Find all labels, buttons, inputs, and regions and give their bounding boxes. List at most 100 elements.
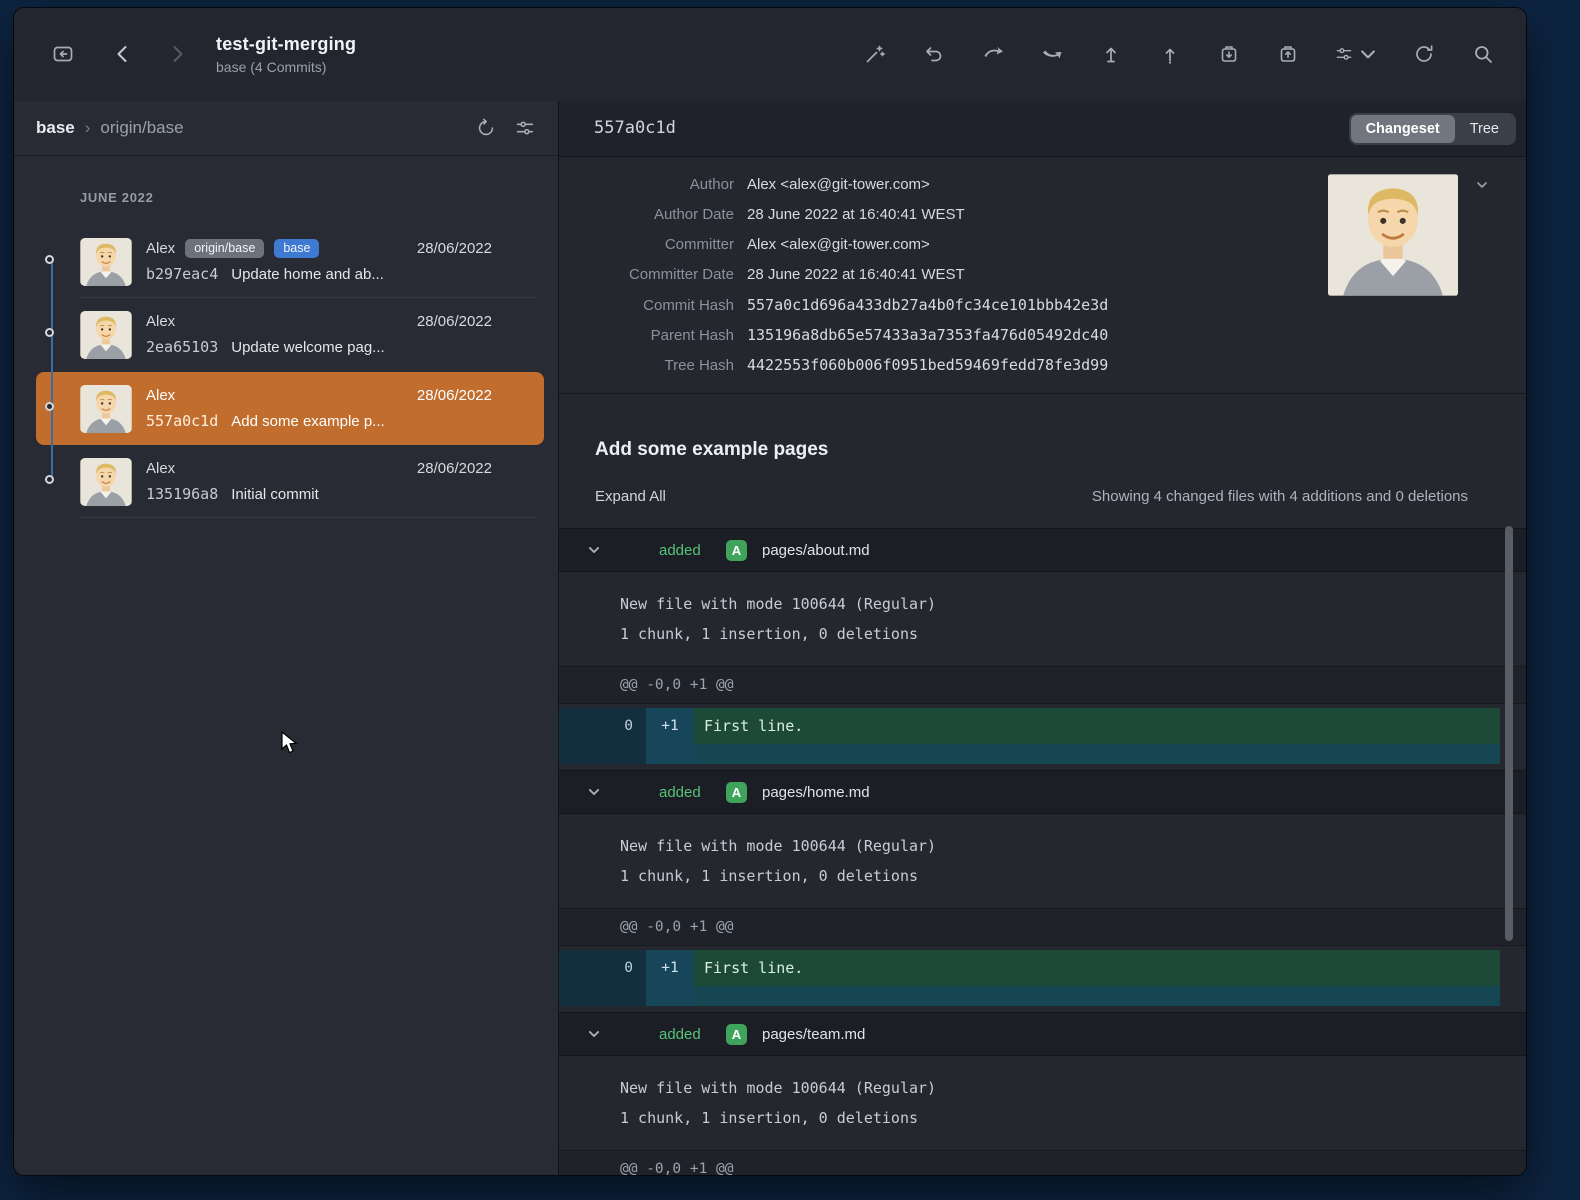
pull-button[interactable] — [980, 41, 1006, 67]
changes-summary: Showing 4 changed files with 4 additions… — [1092, 488, 1468, 505]
publish-button[interactable] — [1157, 41, 1183, 67]
back-button[interactable] — [110, 41, 136, 67]
author-avatar — [1328, 174, 1458, 296]
meta-label: Parent Hash — [559, 321, 734, 351]
meta-value: Alex <alex@git-tower.com> — [747, 236, 930, 253]
avatar — [80, 458, 132, 506]
meta-label: Author Date — [559, 200, 734, 230]
search-icon — [1471, 42, 1495, 66]
added-badge: A — [726, 540, 747, 561]
commit-short-hash: 557a0c1d — [146, 412, 218, 430]
commit-row[interactable]: Alex 28/06/2022 2ea65103 Update welcome … — [36, 298, 544, 371]
meta-label: Tree Hash — [559, 351, 734, 381]
arrow-up-dot-icon — [1158, 42, 1182, 66]
vertical-scrollbar[interactable] — [1505, 526, 1513, 941]
diff-trailing-row — [559, 986, 1500, 1006]
chevron-left-icon — [111, 42, 135, 66]
old-line-number: 0 — [559, 708, 646, 744]
tab-changeset[interactable]: Changeset — [1351, 115, 1455, 143]
filter-sliders-icon[interactable] — [514, 117, 536, 139]
commit-author: Alex — [146, 387, 175, 404]
file-diff-section: added A pages/home.md New file with mode… — [559, 770, 1526, 1006]
refresh-button[interactable] — [1411, 41, 1437, 67]
detail-header: 557a0c1d Changeset Tree — [559, 101, 1526, 157]
commit-message: Initial commit — [231, 486, 319, 503]
added-badge: A — [726, 782, 747, 803]
commit-graph-node — [45, 475, 54, 484]
breadcrumb-separator: › — [85, 118, 91, 138]
file-header[interactable]: added A pages/home.md — [559, 770, 1526, 814]
branch-breadcrumb-bar: base › origin/base — [14, 101, 558, 156]
meta-value: 28 June 2022 at 16:40:41 WEST — [747, 266, 965, 283]
stash-apply-button[interactable] — [1275, 41, 1301, 67]
push-icon — [1040, 42, 1064, 66]
commit-message-section: Add some example pages Expand All Showin… — [559, 393, 1526, 528]
commit-date: 28/06/2022 — [417, 313, 492, 330]
commit-short-hash: 135196a8 — [146, 485, 218, 503]
branch-badge-local[interactable]: base — [274, 239, 319, 258]
meta-value: 28 June 2022 at 16:40:41 WEST — [747, 206, 965, 223]
stash-save-icon — [1217, 42, 1241, 66]
tab-tree[interactable]: Tree — [1455, 115, 1514, 143]
diff-line-content: First line. — [694, 708, 1500, 744]
view-toggle: Changeset Tree — [1349, 113, 1516, 145]
workspace-button[interactable] — [50, 41, 76, 67]
diff-table: 0 +1 First line. — [559, 950, 1500, 1006]
commit-row[interactable]: Alex 28/06/2022 135196a8 Initial commit — [36, 445, 544, 518]
commit-date: 28/06/2022 — [417, 460, 492, 477]
undo-arrow-icon — [922, 42, 946, 66]
file-path: pages/about.md — [762, 542, 870, 559]
file-path: pages/home.md — [762, 784, 870, 801]
search-button[interactable] — [1470, 41, 1496, 67]
meta-value-hash: 4422553f060b006f0951bed59469fedd78fe3d99 — [747, 356, 1108, 374]
refresh-icon — [1412, 42, 1436, 66]
commit-short-hash: 2ea65103 — [146, 338, 218, 356]
added-badge: A — [726, 1024, 747, 1045]
commit-row[interactable]: Alex origin/base base 28/06/2022 b297eac… — [36, 225, 544, 298]
file-stats-line: 1 chunk, 1 insertion, 0 deletions — [620, 861, 1526, 891]
avatar — [80, 238, 132, 286]
meta-value-hash: 557a0c1d696a433db27a4b0fc34ce101bbb42e3d — [747, 296, 1108, 314]
commit-detail-panel: 557a0c1d Changeset Tree AuthorAlex <alex… — [559, 101, 1526, 1175]
hunk-header: @@ -0,0 +1 @@ — [559, 908, 1526, 946]
fetch-button[interactable] — [1098, 41, 1124, 67]
chevron-down-icon[interactable] — [1474, 177, 1490, 193]
file-stats-line: 1 chunk, 1 insertion, 0 deletions — [620, 619, 1526, 649]
commit-row-selected[interactable]: Alex 28/06/2022 557a0c1d Add some exampl… — [36, 372, 544, 445]
new-line-number: +1 — [646, 708, 694, 744]
commit-graph-node — [45, 255, 54, 264]
stash-apply-icon — [1276, 42, 1300, 66]
branch-badge-remote[interactable]: origin/base — [185, 239, 264, 258]
meta-value: Alex <alex@git-tower.com> — [747, 176, 930, 193]
chevron-down-icon — [584, 782, 604, 802]
file-info: New file with mode 100644 (Regular) 1 ch… — [559, 1056, 1526, 1150]
file-header[interactable]: added A pages/team.md — [559, 1012, 1526, 1056]
detail-commit-hash: 557a0c1d — [594, 101, 676, 156]
diff-line-content: First line. — [694, 950, 1500, 986]
stash-save-button[interactable] — [1216, 41, 1242, 67]
push-button[interactable] — [1039, 41, 1065, 67]
quick-actions-button[interactable] — [862, 41, 888, 67]
undo-button[interactable] — [921, 41, 947, 67]
file-status: added — [659, 1026, 711, 1043]
diff-added-line: 0 +1 First line. — [559, 708, 1500, 744]
breadcrumb-current[interactable]: origin/base — [100, 118, 183, 138]
hunk-header: @@ -0,0 +1 @@ — [559, 666, 1526, 704]
file-status: added — [659, 784, 711, 801]
commit-metadata: AuthorAlex <alex@git-tower.com> Author D… — [559, 157, 1526, 393]
view-options-button[interactable] — [1334, 41, 1378, 67]
arrow-up-icon — [1099, 42, 1123, 66]
forward-button[interactable] — [164, 41, 190, 67]
commit-graph-node — [45, 402, 54, 411]
breadcrumb-root[interactable]: base — [36, 118, 75, 138]
commit-short-hash: b297eac4 — [146, 265, 218, 283]
meta-label: Commit Hash — [559, 291, 734, 321]
commit-author: Alex — [146, 313, 175, 330]
history-icon[interactable] — [475, 117, 497, 139]
mouse-cursor — [281, 731, 303, 755]
expand-all-link[interactable]: Expand All — [595, 488, 666, 505]
file-header[interactable]: added A pages/about.md — [559, 528, 1526, 572]
meta-value-hash: 135196a8db65e57433a3a7353fa476d05492dc40 — [747, 326, 1108, 344]
row-divider — [80, 517, 536, 518]
commit-date: 28/06/2022 — [417, 240, 492, 257]
